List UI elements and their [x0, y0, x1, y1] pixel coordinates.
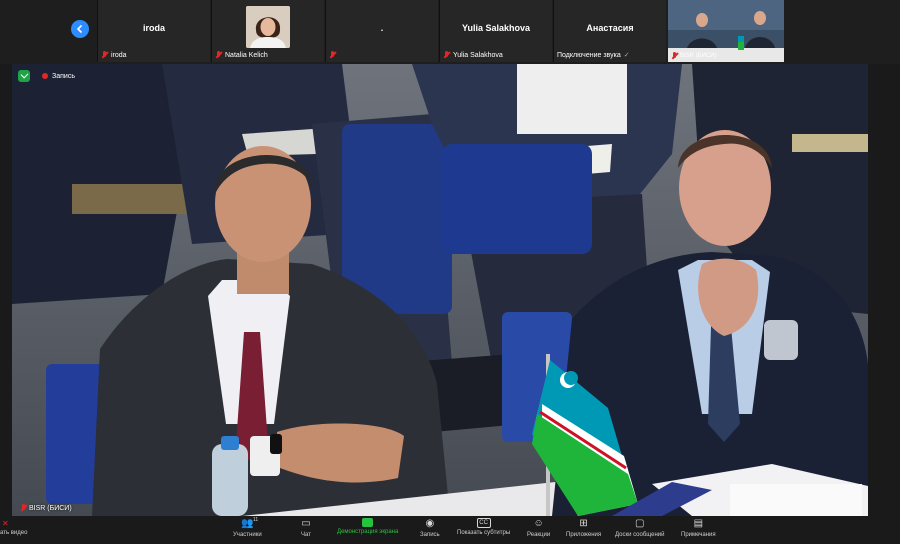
participant-tile-yulia[interactable]: Yulia Salakhova Yulia Salakhova [439, 0, 552, 62]
recording-indicator: Запись [18, 70, 75, 82]
zoom-meeting-window: iroda iroda Natalia Kelich . Yulia Salak… [0, 0, 900, 544]
participants-label: Участники [233, 532, 262, 538]
participant-tile-iroda[interactable]: iroda iroda [97, 0, 210, 62]
mic-muted-icon [215, 51, 222, 59]
person-photo-icon [246, 6, 290, 48]
share-screen-icon [362, 518, 374, 527]
participant-footer-status: Подключение звука [557, 51, 621, 59]
participant-tile-dot[interactable]: . [325, 0, 438, 62]
recording-dot-icon [42, 73, 48, 79]
apps-label: Приложения [566, 532, 602, 538]
participant-footer-name: BISR (БИСИ) [680, 53, 717, 59]
active-speaker-name: BISR (БИСИ) [20, 504, 72, 512]
video-button[interactable]: ✕ ать видео [0, 518, 27, 536]
whiteboard-icon: ▢ [635, 518, 645, 529]
participant-strip: iroda iroda Natalia Kelich . Yulia Salak… [0, 0, 900, 64]
participant-name: Анастасия [586, 23, 634, 33]
participant-tile-anastasia[interactable]: Анастасия Подключение звука ✓ [553, 0, 666, 62]
closed-captions-icon: CC [476, 518, 491, 528]
participant-footer-name: Yulia Salakhova [453, 51, 503, 59]
mic-muted-icon [329, 51, 336, 59]
mic-muted-icon [671, 52, 678, 60]
captions-button[interactable]: CC Показать субтитры [457, 518, 510, 536]
record-icon: ◉ [425, 518, 435, 529]
reactions-smiley-icon: ☺ [533, 518, 544, 529]
participant-name: iroda [142, 23, 165, 33]
captions-label: Показать субтитры [457, 530, 511, 536]
conference-video-frame [12, 64, 868, 516]
apps-grid-icon: ⊞ [579, 518, 588, 529]
strip-back-button[interactable] [71, 20, 89, 38]
notes-label: Примечания [681, 532, 716, 538]
participant-footer-name: Natalia Kelich [225, 51, 268, 59]
chat-bubble-icon: ▭ [301, 518, 311, 529]
security-shield-icon [18, 70, 30, 82]
chat-button[interactable]: ▭ Чат [300, 518, 312, 538]
record-button[interactable]: ◉ Запись [420, 518, 440, 538]
participant-footer-name: iroda [111, 51, 127, 59]
video-off-icon: ✕ [2, 519, 9, 528]
mic-muted-icon [443, 51, 450, 59]
participant-name: Yulia Salakhova [461, 23, 531, 33]
record-label: Запись [420, 532, 440, 538]
audio-connecting-icon: ✓ [623, 52, 630, 59]
whiteboard-button[interactable]: ▢ Доски сообщений [615, 518, 665, 538]
mic-muted-icon [20, 504, 27, 512]
whiteboard-label: Доски сообщений [615, 532, 665, 538]
share-screen-label: Демонстрация экрана [337, 529, 399, 535]
reactions-label: Реакции [527, 532, 551, 538]
mic-muted-icon [101, 51, 108, 59]
participants-icon: 👥 [241, 518, 254, 529]
share-screen-button[interactable]: Демонстрация экрана [337, 518, 398, 535]
notes-button[interactable]: ▤ Примечания [681, 518, 716, 538]
participants-button[interactable]: 👥 11 Участники [233, 517, 262, 538]
notes-icon: ▤ [693, 518, 704, 529]
chat-label: Чат [301, 532, 311, 538]
participant-thumb-bisr[interactable]: BISR (БИСИ) [668, 0, 784, 62]
meeting-toolbar: ✕ ать видео 👥 11 Участники ▭ Чат Демонст… [0, 516, 900, 544]
apps-button[interactable]: ⊞ Приложения [566, 518, 601, 538]
speaker-label: BISR (БИСИ) [29, 504, 72, 512]
participant-avatar [246, 6, 290, 48]
reactions-button[interactable]: ☺ Реакции [527, 518, 550, 538]
participant-tile-natalia[interactable]: Natalia Kelich [211, 0, 324, 62]
recording-label: Запись [52, 72, 75, 80]
chevron-left-icon [76, 24, 83, 34]
main-video: Запись BISR (БИСИ) [12, 64, 868, 516]
video-button-label: ать видео [0, 530, 28, 536]
participant-name: . [380, 23, 384, 33]
participants-count: 11 [253, 517, 259, 523]
